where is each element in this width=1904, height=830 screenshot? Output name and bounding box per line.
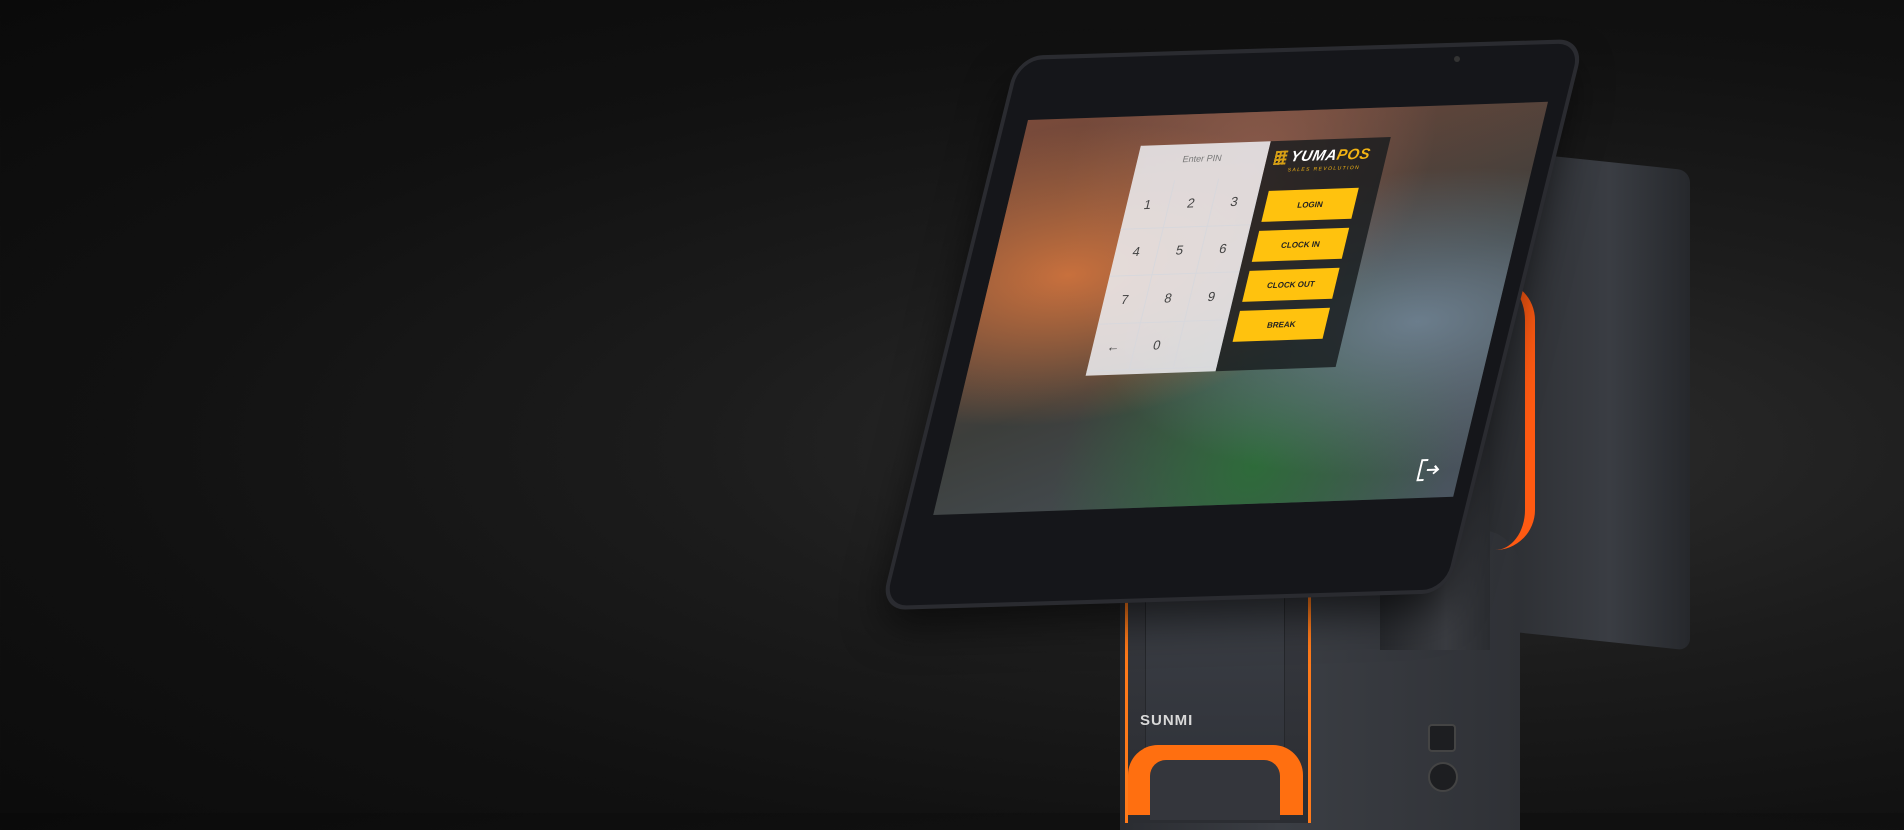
break-button[interactable]: BREAK [1232,307,1330,342]
logo-text: YUMAPOS [1289,146,1372,166]
pin-input[interactable]: Enter PIN [1136,151,1268,166]
login-button[interactable]: LOGIN [1261,187,1359,222]
usb-port [1428,724,1456,752]
front-camera [1454,56,1460,62]
brand-logo: SUNMI [1140,712,1194,729]
logout-icon[interactable] [1415,458,1443,483]
logo-tagline: SALES REVOLUTION [1286,164,1361,174]
power-button [1428,762,1458,792]
product-photo: SUNMI Enter PIN 1 2 3 4 5 6 7 8 9 ← 0 YU… [0,0,1904,830]
logo-main: YUMA [1288,146,1340,166]
clock-out-button[interactable]: CLOCK OUT [1242,267,1340,302]
foot-inner [1150,760,1280,820]
logo-grid-icon [1273,150,1289,165]
pos-login-screen: Enter PIN 1 2 3 4 5 6 7 8 9 ← 0 YUMAPOS … [933,101,1548,516]
app-logo: YUMAPOS SALES REVOLUTION [1270,145,1382,179]
logo-accent: POS [1334,145,1373,164]
clock-in-button[interactable]: CLOCK IN [1251,227,1350,262]
